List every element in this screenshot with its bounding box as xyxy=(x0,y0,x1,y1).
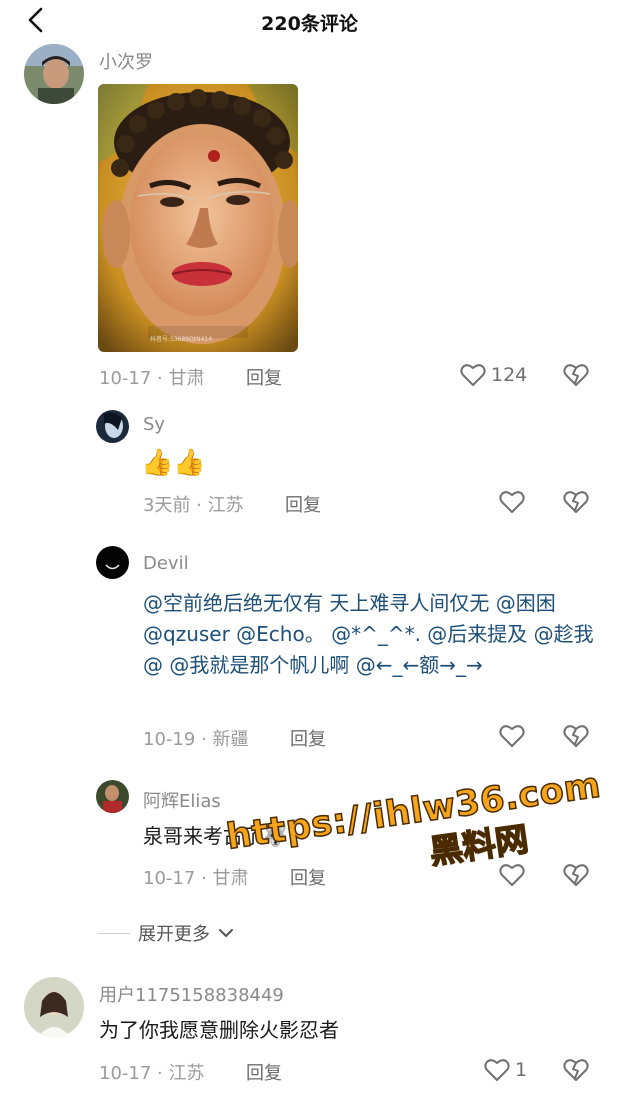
expand-more-label: 展开更多 xyxy=(138,924,210,945)
chevron-down-icon xyxy=(219,929,233,937)
reply-location: 新疆 xyxy=(212,729,249,750)
comment-date: 10-17 xyxy=(99,1063,152,1084)
broken-heart-icon xyxy=(563,1059,589,1081)
like-button[interactable] xyxy=(499,490,525,514)
like-button[interactable]: 124 xyxy=(460,363,527,387)
reply-date: 3天前 xyxy=(143,495,191,516)
comment-location: 江苏 xyxy=(168,1063,205,1084)
reply-username[interactable]: Devil xyxy=(143,553,189,574)
reply-emoji: 👍👍 xyxy=(141,448,206,478)
reply-username[interactable]: Sy xyxy=(143,414,165,435)
dislike-button[interactable] xyxy=(563,1058,589,1084)
broken-heart-icon xyxy=(563,864,589,886)
reply-meta: 3天前 · 江苏 xyxy=(143,495,244,516)
reply-button[interactable]: 回复 xyxy=(285,491,321,517)
reply-date: 10-19 xyxy=(143,729,196,750)
dislike-button[interactable] xyxy=(563,490,589,516)
top-bar: 220条评论 xyxy=(0,0,619,42)
heart-icon xyxy=(499,864,525,886)
heart-icon xyxy=(484,1059,510,1081)
expand-more-button[interactable]: 展开更多 xyxy=(98,920,234,946)
heart-icon xyxy=(499,491,525,513)
comment-image[interactable]: 抖音号:53689DtN414 xyxy=(98,84,298,352)
reply-button[interactable]: 回复 xyxy=(246,1059,282,1085)
avatar[interactable] xyxy=(24,977,84,1037)
dislike-button[interactable] xyxy=(563,863,589,889)
broken-heart-icon xyxy=(563,491,589,513)
comment-text: 为了你我愿意删除火影忍者 xyxy=(99,1018,339,1042)
broken-heart-icon xyxy=(563,364,589,386)
reply-date: 10-17 xyxy=(143,868,196,889)
like-button[interactable] xyxy=(499,863,525,887)
like-count: 1 xyxy=(515,1059,528,1081)
dislike-button[interactable] xyxy=(563,363,589,389)
avatar[interactable] xyxy=(96,780,129,813)
like-count: 124 xyxy=(491,364,528,386)
comment-count-title: 220条评论 xyxy=(261,13,358,35)
watermark: https://ihlw36.com 黑料网 xyxy=(223,765,609,901)
comment-location: 甘肃 xyxy=(168,368,205,389)
divider xyxy=(98,932,130,934)
comment-meta: 10-17 · 江苏 xyxy=(99,1063,205,1084)
heart-icon xyxy=(499,725,525,747)
avatar[interactable] xyxy=(96,546,129,579)
like-button[interactable] xyxy=(499,724,525,748)
avatar[interactable] xyxy=(24,44,84,104)
broken-heart-icon xyxy=(563,725,589,747)
reply-button[interactable]: 回复 xyxy=(290,725,326,751)
reply-username[interactable]: 阿辉Elias xyxy=(143,787,221,813)
reply-button[interactable]: 回复 xyxy=(246,364,282,390)
reply-location: 江苏 xyxy=(207,495,244,516)
comment-username[interactable]: 用户1175158838449 xyxy=(99,981,284,1007)
comment-date: 10-17 xyxy=(99,368,152,389)
heart-icon xyxy=(460,364,486,386)
reply-text: @空前绝后绝无仅有 天上难寻人间仅无 @困困 @qzuser @Echo。 @*… xyxy=(143,591,594,677)
image-caption: 抖音号:53689DtN414 xyxy=(150,336,213,343)
comment-username[interactable]: 小次罗 xyxy=(99,48,153,74)
avatar[interactable] xyxy=(96,410,129,443)
reply-meta: 10-19 · 新疆 xyxy=(143,729,249,750)
dislike-button[interactable] xyxy=(563,724,589,750)
comment-meta: 10-17 · 甘肃 xyxy=(99,368,205,389)
like-button[interactable]: 1 xyxy=(484,1058,527,1082)
